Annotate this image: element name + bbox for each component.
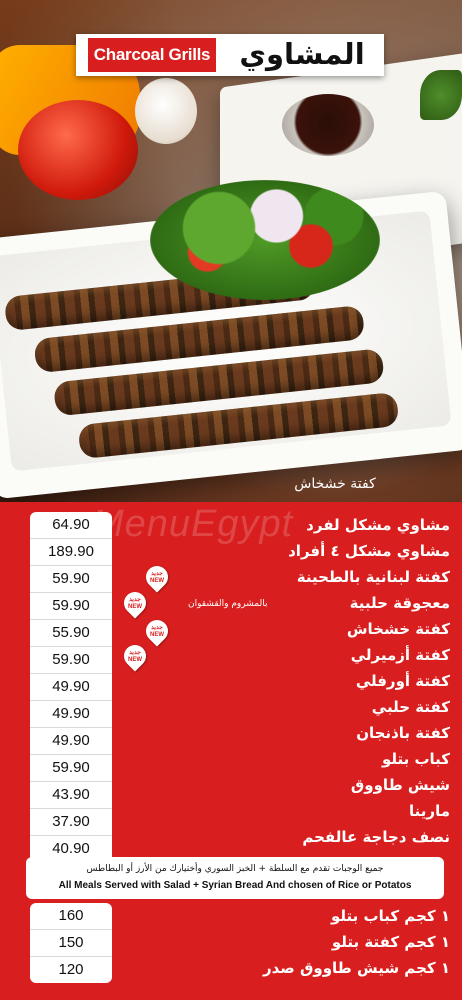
new-badge-ar: جديد — [151, 571, 163, 577]
new-badge-en: NEW — [150, 632, 164, 638]
price: 150 — [30, 930, 112, 957]
price: 43.90 — [30, 782, 112, 809]
new-badge-icon: جديد NEW — [141, 561, 173, 593]
new-badge-en: NEW — [128, 657, 142, 663]
price: 64.90 — [30, 512, 112, 539]
new-badge-ar: جديد — [129, 650, 141, 656]
menu-item-name: كفتة لبنانية بالطحينة — [296, 568, 450, 586]
price: 59.90 — [30, 647, 112, 674]
meals-note-ar: جميع الوجبات تقدم مع السلطة + الخبز السو… — [86, 864, 384, 874]
menu-item-name: كفتة أزميرلي — [350, 646, 450, 664]
menu-item-name: معجوقة حلبية — [349, 594, 450, 612]
price: 120 — [58, 961, 84, 978]
new-badge-icon: جديد NEW — [119, 587, 151, 619]
new-badge-ar: جديد — [129, 597, 141, 603]
price: 49.90 — [30, 728, 112, 755]
menu-item-name: شيش طاووق — [350, 776, 450, 794]
menu-item-name: مشاوي مشكل لفرد — [306, 516, 450, 534]
price: 49.90 — [30, 701, 112, 728]
menu-item-name: نصف دجاجة عالفحم — [302, 828, 450, 846]
new-badge-en: NEW — [150, 578, 164, 584]
salad-garnish — [150, 180, 380, 300]
price-column: 64.90 189.90 59.90 59.90 55.90 59.90 49.… — [30, 512, 112, 862]
price: 55.90 — [30, 620, 112, 647]
price: 160 — [30, 903, 112, 930]
photo-caption: كفتة خشخاش — [294, 476, 376, 492]
price: 189.90 — [30, 539, 112, 566]
menu-item-name: كباب بتلو — [381, 750, 450, 768]
garlic — [135, 78, 197, 144]
meals-note: جميع الوجبات تقدم مع السلطة + الخبز السو… — [26, 857, 444, 899]
kilo-item-name: ١ كجم كباب بتلو — [331, 907, 450, 925]
menu-item-name: كفتة خشخاش — [346, 620, 450, 638]
menu-item-name: كفتة أورفلي — [355, 672, 450, 690]
herb-garnish — [420, 70, 462, 120]
tomato — [18, 100, 138, 200]
new-badge-icon: جديد NEW — [119, 640, 151, 672]
menu-item-name: مشاوي مشكل ٤ أفراد — [288, 542, 450, 560]
kilo-price-column: 160 150 120 — [30, 903, 112, 983]
kilo-item-name: ١ كجم شيش طاووق صدر — [262, 959, 450, 977]
kilo-item-name: ١ كجم كفتة بتلو — [331, 933, 450, 951]
watermark: MenuEgypt — [92, 503, 294, 545]
new-badge-icon: جديد NEW — [141, 615, 173, 647]
menu-item-note: بالمشروم والقشقوان — [188, 599, 268, 609]
price: 59.90 — [30, 593, 112, 620]
new-badge-en: NEW — [128, 604, 142, 610]
meals-note-en: All Meals Served with Salad + Syrian Bre… — [58, 880, 412, 891]
header-title-ar: المشاوي — [239, 37, 365, 71]
sauce-bowl — [282, 94, 374, 156]
price: 59.90 — [30, 755, 112, 782]
menu-item-name: كفتة باذنجان — [356, 724, 450, 742]
new-badge-ar: جديد — [151, 625, 163, 631]
price: 37.90 — [30, 809, 112, 836]
price: 59.90 — [30, 566, 112, 593]
price: 49.90 — [30, 674, 112, 701]
menu-item-name: كفتة حلبي — [371, 698, 450, 716]
header-title-en: Charcoal Grills — [88, 38, 216, 72]
menu-item-name: مارينا — [409, 802, 450, 820]
